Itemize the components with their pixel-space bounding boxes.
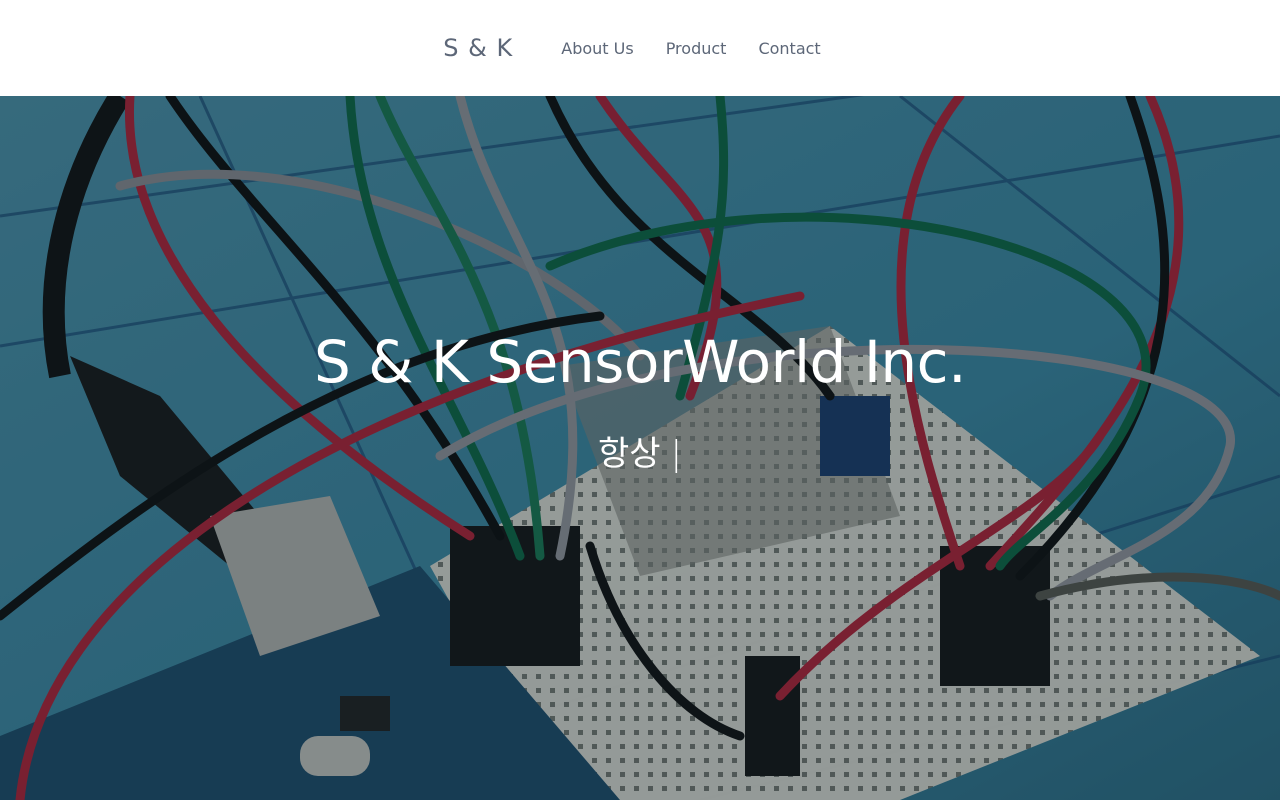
hero-typed-text: 항상 (597, 434, 661, 474)
top-navbar: S & K About Us Product Contact (0, 0, 1280, 96)
hero-section: S & K SensorWorld Inc. 항상 | (0, 96, 1280, 800)
nav-link-about-us[interactable]: About Us (561, 39, 633, 58)
brand-logo[interactable]: S & K (443, 34, 513, 62)
nav-link-contact[interactable]: Contact (758, 39, 820, 58)
hero-title: S & K SensorWorld Inc. (313, 328, 967, 396)
typing-cursor: | (670, 434, 683, 474)
nav-link-product[interactable]: Product (666, 39, 727, 58)
hero-typed-subtitle: 항상 | (0, 426, 1280, 475)
